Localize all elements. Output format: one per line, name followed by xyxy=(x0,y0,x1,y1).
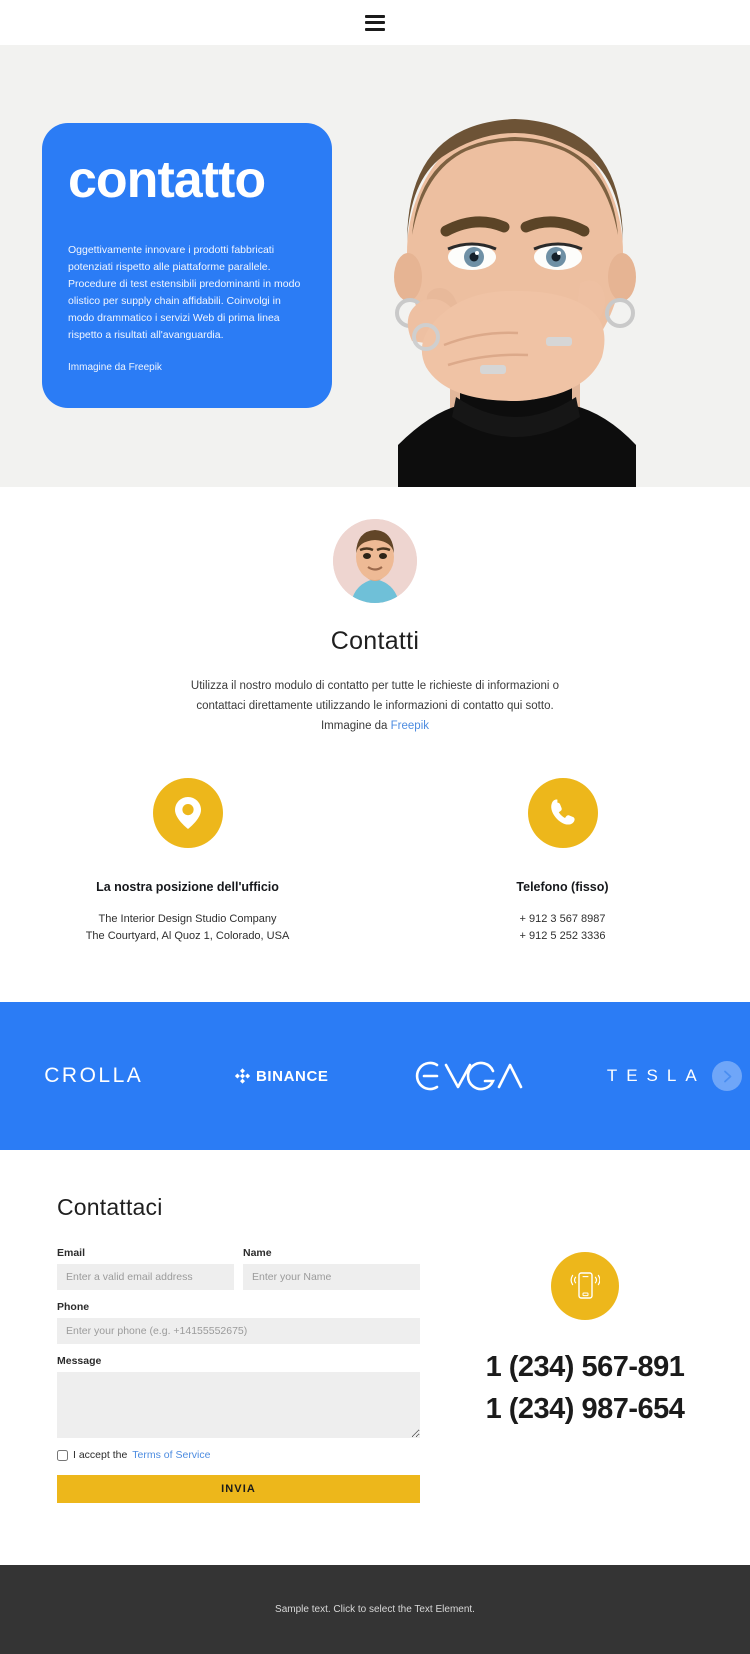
accept-terms-row: I accept the Terms of Service xyxy=(57,1449,420,1461)
name-field[interactable] xyxy=(243,1264,420,1290)
name-label: Name xyxy=(243,1247,420,1259)
site-header xyxy=(0,0,750,45)
hero-image-credit: Immagine da Freepik xyxy=(68,362,306,373)
contact-block-location: La nostra posizione dell'ufficio The Int… xyxy=(0,778,375,944)
hero-title: contatto xyxy=(68,153,306,208)
contact-form-section: Contattaci Email Name Phone Message xyxy=(0,1150,750,1565)
freepik-link[interactable]: Freepik xyxy=(391,720,429,732)
page-title: Contatti xyxy=(0,627,750,656)
terms-of-service-link[interactable]: Terms of Service xyxy=(132,1449,210,1461)
form-title: Contattaci xyxy=(57,1194,420,1221)
side-phone-number-2: 1 (234) 987-654 xyxy=(486,1388,685,1430)
hamburger-bar xyxy=(365,28,385,31)
message-field[interactable] xyxy=(57,1372,420,1438)
side-contact-info: 1 (234) 567-891 1 (234) 987-654 xyxy=(420,1194,750,1503)
hero-body-text: Oggettivamente innovare i prodotti fabbr… xyxy=(68,242,306,344)
email-label: Email xyxy=(57,1247,234,1259)
contact-block-line: + 912 3 567 8987 xyxy=(375,911,750,928)
intro-text: Utilizza il nostro modulo di contatto pe… xyxy=(185,676,565,716)
avatar xyxy=(333,519,417,603)
message-label: Message xyxy=(57,1355,420,1367)
phone-label: Phone xyxy=(57,1301,420,1313)
hamburger-bar xyxy=(365,21,385,24)
contact-block-title: Telefono (fisso) xyxy=(375,880,750,894)
site-footer: Sample text. Click to select the Text El… xyxy=(0,1565,750,1654)
page-root: contatto Oggettivamente innovare i prodo… xyxy=(0,0,750,1654)
intro-credit-prefix: Immagine da xyxy=(321,720,391,732)
email-field[interactable] xyxy=(57,1264,234,1290)
map-pin-icon xyxy=(153,778,223,848)
tesla-logo-text: TESLA xyxy=(607,1066,706,1086)
contact-block-line: The Courtyard, Al Quoz 1, Colorado, USA xyxy=(0,928,375,945)
intro-credit: Immagine da Freepik xyxy=(0,716,750,736)
binance-logo-text: BINANCE xyxy=(256,1068,329,1085)
form-row-message: Message xyxy=(57,1355,420,1438)
form-row-phone: Phone xyxy=(57,1301,420,1344)
contact-block-title: La nostra posizione dell'ufficio xyxy=(0,880,375,894)
phone-handset-icon xyxy=(528,778,598,848)
side-phone-number-1: 1 (234) 567-891 xyxy=(486,1346,685,1388)
contact-block-phone: Telefono (fisso) + 912 3 567 8987 + 912 … xyxy=(375,778,750,944)
accept-terms-checkbox[interactable] xyxy=(57,1450,68,1461)
hamburger-bar xyxy=(365,15,385,18)
contact-block-line: + 912 5 252 3336 xyxy=(375,928,750,945)
contact-blocks-section: La nostra posizione dell'ufficio The Int… xyxy=(0,736,750,1002)
hero-card: contatto Oggettivamente innovare i prodo… xyxy=(42,123,332,408)
binance-diamond-icon xyxy=(234,1068,251,1085)
submit-button[interactable]: INVIA xyxy=(57,1475,420,1503)
hero-photo xyxy=(280,45,750,487)
logo-track: CROLLA BINANCE xyxy=(0,1060,750,1092)
logo-evga[interactable] xyxy=(375,1060,563,1092)
accept-terms-prefix: I accept the xyxy=(73,1449,127,1461)
crolla-logo-text: CROLLA xyxy=(44,1064,143,1088)
footer-text[interactable]: Sample text. Click to select the Text El… xyxy=(275,1604,475,1615)
mobile-phone-ring-icon xyxy=(551,1252,619,1320)
next-slide-icon[interactable] xyxy=(712,1061,742,1091)
logo-binance[interactable]: BINANCE xyxy=(188,1068,376,1085)
form-row-email-name: Email Name xyxy=(57,1247,420,1290)
hamburger-menu-icon[interactable] xyxy=(365,15,385,31)
logo-crolla[interactable]: CROLLA xyxy=(0,1064,188,1088)
phone-field[interactable] xyxy=(57,1318,420,1344)
evga-logo-mark xyxy=(415,1060,523,1092)
hero-section: contatto Oggettivamente innovare i prodo… xyxy=(0,45,750,487)
partner-logo-slider: CROLLA BINANCE xyxy=(0,1002,750,1150)
contact-block-line: The Interior Design Studio Company xyxy=(0,911,375,928)
contact-form: Contattaci Email Name Phone Message xyxy=(0,1194,420,1503)
intro-section: Contatti Utilizza il nostro modulo di co… xyxy=(0,487,750,736)
